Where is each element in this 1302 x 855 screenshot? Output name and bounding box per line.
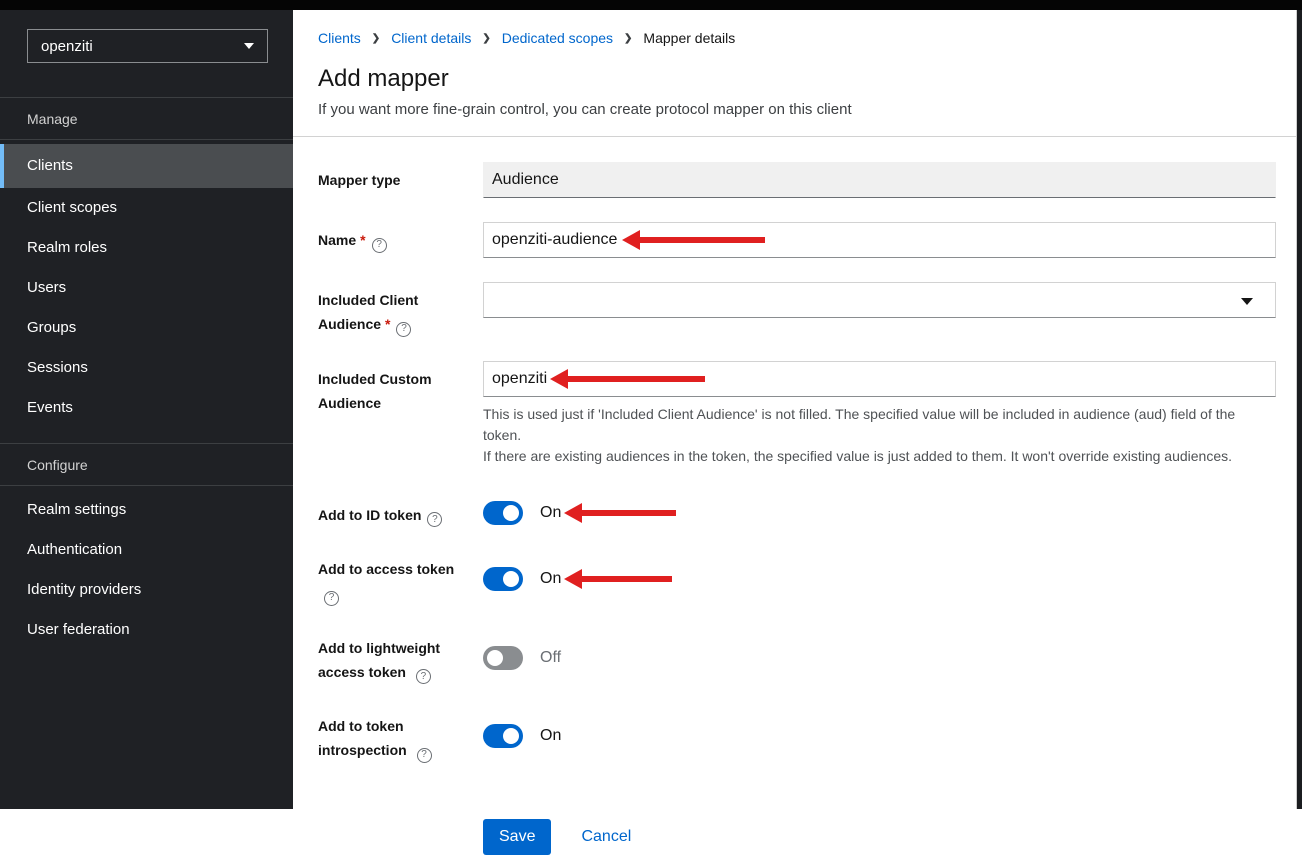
chevron-down-icon xyxy=(1241,298,1253,305)
sidebar-item-realm-settings[interactable]: Realm settings xyxy=(0,490,293,530)
arrow-shaft xyxy=(568,376,705,382)
arrow-shaft xyxy=(640,237,765,243)
scrollbar[interactable] xyxy=(1296,10,1302,809)
page-title: Add mapper xyxy=(318,65,1276,93)
page-header: Clients ❯ Client details ❯ Dedicated sco… xyxy=(293,10,1296,137)
included-custom-audience-helper: This is used just if 'Included Client Au… xyxy=(483,404,1276,467)
sidebar-item-user-federation[interactable]: User federation xyxy=(0,610,293,650)
realm-selector[interactable]: openziti xyxy=(27,29,268,63)
page-subtitle: If you want more fine-grain control, you… xyxy=(318,101,1276,118)
add-to-access-token-toggle[interactable] xyxy=(483,567,523,591)
required-asterisk: * xyxy=(385,316,390,332)
included-custom-audience-label: Included Custom Audience xyxy=(318,361,468,467)
add-to-access-token-label-text: Add to access token xyxy=(318,561,454,577)
name-input[interactable] xyxy=(483,222,1276,258)
sidebar-item-realm-roles[interactable]: Realm roles xyxy=(0,228,293,268)
add-to-lightweight-access-token-label: Add to lightweight access token ? xyxy=(318,630,468,685)
breadcrumb-dedicated-scopes[interactable]: Dedicated scopes xyxy=(502,30,613,46)
arrow-head-icon xyxy=(564,569,582,589)
add-to-access-token-label: Add to access token ? xyxy=(318,551,468,606)
add-mapper-form: Mapper type Name*? Included Client Audie… xyxy=(293,137,1296,855)
toggle-knob xyxy=(503,728,519,744)
help-icon[interactable]: ? xyxy=(427,512,442,527)
chevron-right-icon: ❯ xyxy=(372,33,380,44)
nav-manage-items: Clients Client scopes Realm roles Users … xyxy=(0,140,293,428)
arrow-shaft xyxy=(582,576,672,582)
breadcrumb-current: Mapper details xyxy=(643,30,735,46)
save-button[interactable]: Save xyxy=(483,819,551,855)
help-icon[interactable]: ? xyxy=(372,238,387,253)
name-label-text: Name xyxy=(318,232,356,248)
nav-configure-items: Realm settings Authentication Identity p… xyxy=(0,486,293,650)
included-client-audience-select[interactable] xyxy=(483,282,1276,318)
add-to-token-introspection-state: On xyxy=(540,727,561,745)
sidebar-item-client-scopes[interactable]: Client scopes xyxy=(0,188,293,228)
included-client-audience-label: Included Client Audience*? xyxy=(318,282,468,337)
included-custom-audience-row: Included Custom Audience This is used ju… xyxy=(318,361,1276,467)
main-content: Clients ❯ Client details ❯ Dedicated sco… xyxy=(293,10,1296,809)
masthead xyxy=(0,0,1302,10)
chevron-right-icon: ❯ xyxy=(482,33,490,44)
sidebar-item-authentication[interactable]: Authentication xyxy=(0,530,293,570)
toggle-knob xyxy=(487,650,503,666)
add-to-lightweight-access-token-toggle[interactable] xyxy=(483,646,523,670)
name-label: Name*? xyxy=(318,222,468,258)
help-icon[interactable]: ? xyxy=(417,748,432,763)
help-icon[interactable]: ? xyxy=(396,322,411,337)
sidebar: openziti Manage Clients Client scopes Re… xyxy=(0,10,293,809)
chevron-down-icon xyxy=(244,43,254,49)
arrow-shaft xyxy=(582,510,676,516)
mapper-type-label: Mapper type xyxy=(318,162,468,198)
add-to-id-token-label: Add to ID token? xyxy=(318,497,468,528)
add-to-id-token-toggle[interactable] xyxy=(483,501,523,525)
add-to-token-introspection-row: Add to token introspection ? On xyxy=(318,708,1276,763)
help-icon[interactable]: ? xyxy=(324,591,339,606)
helper-line-1: This is used just if 'Included Client Au… xyxy=(483,404,1276,446)
breadcrumb-client-details[interactable]: Client details xyxy=(391,30,471,46)
sidebar-item-sessions[interactable]: Sessions xyxy=(0,348,293,388)
add-to-lightweight-access-token-state: Off xyxy=(540,649,561,667)
help-icon[interactable]: ? xyxy=(416,669,431,684)
included-client-audience-row: Included Client Audience*? xyxy=(318,282,1276,337)
sidebar-item-groups[interactable]: Groups xyxy=(0,308,293,348)
form-actions-row: Save Cancel xyxy=(318,819,1276,855)
add-to-id-token-row: Add to ID token? On xyxy=(318,497,1276,528)
annotation-arrow xyxy=(564,503,676,523)
sidebar-item-users[interactable]: Users xyxy=(0,268,293,308)
cancel-button[interactable]: Cancel xyxy=(581,828,631,846)
mapper-type-row: Mapper type xyxy=(318,162,1276,198)
breadcrumb: Clients ❯ Client details ❯ Dedicated sco… xyxy=(318,30,1276,46)
chevron-right-icon: ❯ xyxy=(624,33,632,44)
realm-selector-value: openziti xyxy=(41,38,93,55)
toggle-knob xyxy=(503,505,519,521)
add-to-id-token-label-text: Add to ID token xyxy=(318,507,421,523)
sidebar-item-clients[interactable]: Clients xyxy=(0,144,293,188)
mapper-type-field xyxy=(483,162,1276,198)
add-to-token-introspection-toggle[interactable] xyxy=(483,724,523,748)
add-to-access-token-state: On xyxy=(540,570,561,588)
toggle-knob xyxy=(503,571,519,587)
arrow-head-icon xyxy=(550,369,568,389)
nav-section-configure: Configure xyxy=(0,444,293,485)
arrow-head-icon xyxy=(564,503,582,523)
sidebar-item-events[interactable]: Events xyxy=(0,388,293,428)
sidebar-item-identity-providers[interactable]: Identity providers xyxy=(0,570,293,610)
arrow-head-icon xyxy=(622,230,640,250)
name-row: Name*? xyxy=(318,222,1276,258)
nav-section-manage: Manage xyxy=(0,98,293,139)
required-asterisk: * xyxy=(360,232,365,248)
add-to-access-token-row: Add to access token ? On xyxy=(318,551,1276,606)
breadcrumb-clients[interactable]: Clients xyxy=(318,30,361,46)
annotation-arrow xyxy=(564,569,672,589)
add-to-lightweight-access-token-row: Add to lightweight access token ? Off xyxy=(318,630,1276,685)
helper-line-2: If there are existing audiences in the t… xyxy=(483,446,1276,467)
add-to-token-introspection-label-text: Add to token introspection xyxy=(318,718,407,758)
add-to-token-introspection-label: Add to token introspection ? xyxy=(318,708,468,763)
annotation-arrow xyxy=(622,230,765,250)
annotation-arrow xyxy=(550,369,705,389)
add-to-id-token-state: On xyxy=(540,504,561,522)
